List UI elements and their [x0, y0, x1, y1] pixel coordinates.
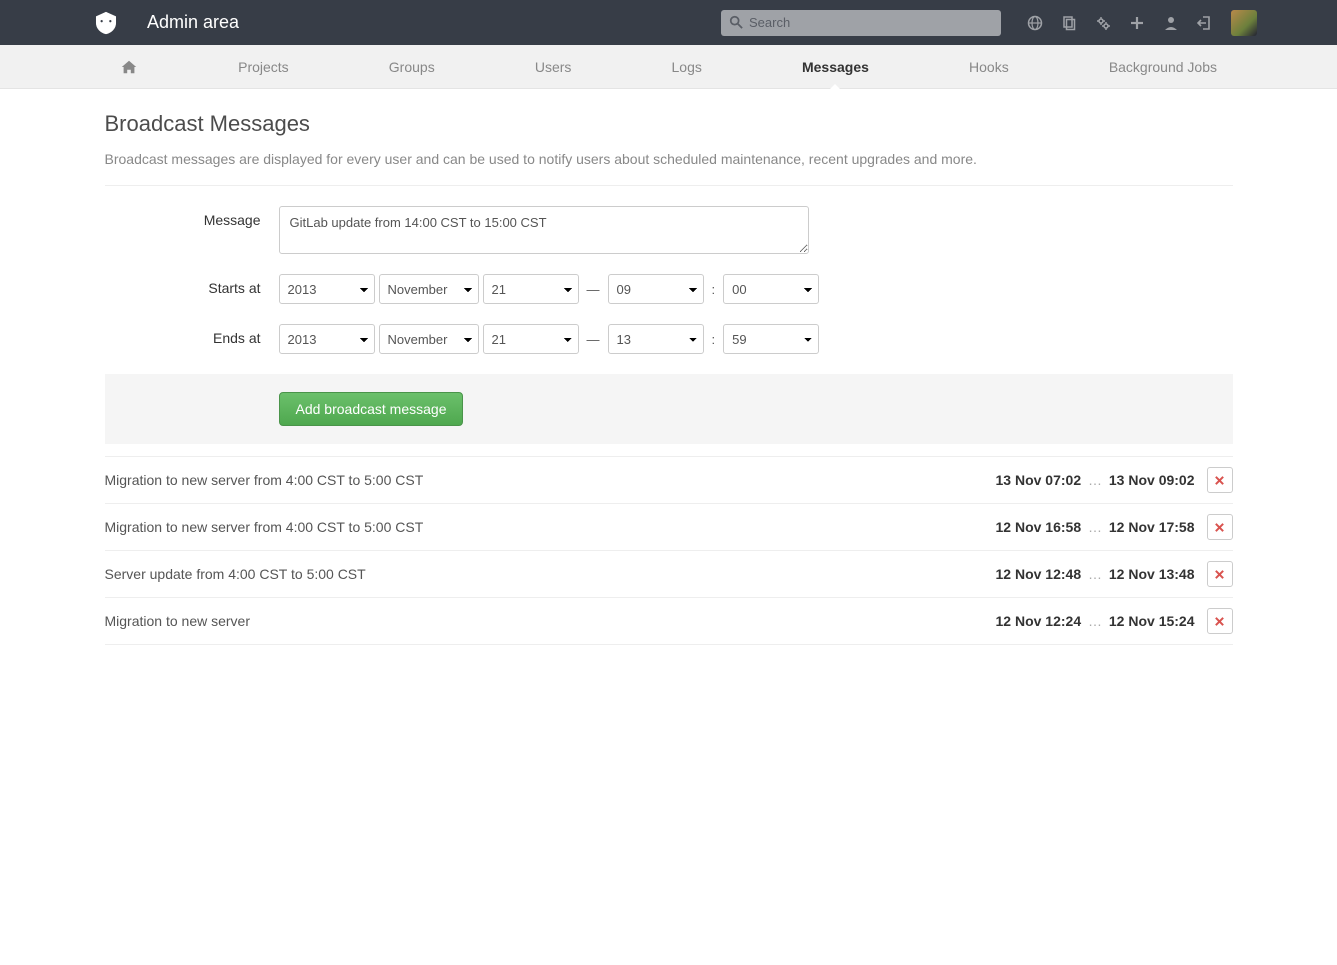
page-title: Broadcast Messages [105, 111, 1233, 137]
broadcast-item: Server update from 4:00 CST to 5:00 CST1… [105, 551, 1233, 598]
close-icon [1214, 616, 1225, 627]
broadcast-dates: 12 Nov 16:58 … 12 Nov 17:58 [996, 519, 1195, 535]
broadcast-item: Migration to new server from 4:00 CST to… [105, 456, 1233, 504]
broadcast-text: Migration to new server from 4:00 CST to… [105, 472, 996, 488]
broadcast-dates: 12 Nov 12:24 … 12 Nov 15:24 [996, 613, 1195, 629]
user-avatar[interactable] [1231, 10, 1257, 36]
close-icon [1214, 569, 1225, 580]
topbar-icons [1027, 10, 1257, 36]
broadcast-text: Migration to new server from 4:00 CST to… [105, 519, 996, 535]
home-icon [120, 58, 138, 76]
globe-icon[interactable] [1027, 15, 1043, 31]
nav-groups[interactable]: Groups [389, 45, 435, 89]
time-separator: : [708, 282, 720, 297]
signout-icon[interactable] [1197, 15, 1213, 31]
logo-icon [93, 10, 119, 36]
nav-hooks[interactable]: Hooks [969, 45, 1009, 89]
broadcast-text: Migration to new server [105, 613, 996, 629]
search-wrap [721, 10, 1001, 36]
starts-month-select[interactable]: November [379, 274, 479, 304]
delete-button[interactable] [1207, 514, 1233, 540]
nav-background-jobs[interactable]: Background Jobs [1109, 45, 1217, 89]
search-input[interactable] [721, 10, 1001, 36]
add-broadcast-button[interactable]: Add broadcast message [279, 392, 464, 426]
close-icon [1214, 522, 1225, 533]
ends-month-select[interactable]: November [379, 324, 479, 354]
time-separator: : [708, 332, 720, 347]
delete-button[interactable] [1207, 561, 1233, 587]
delete-button[interactable] [1207, 608, 1233, 634]
ends-year-select[interactable]: 2013 [279, 324, 375, 354]
page-description: Broadcast messages are displayed for eve… [105, 151, 1233, 167]
form-row-message: Message [105, 206, 1233, 254]
label-starts: Starts at [105, 274, 279, 296]
starts-minute-select[interactable]: 00 [723, 274, 819, 304]
nav-messages[interactable]: Messages [802, 45, 869, 89]
nav-projects[interactable]: Projects [238, 45, 289, 89]
starts-day-select[interactable]: 21 [483, 274, 579, 304]
label-ends: Ends at [105, 324, 279, 346]
files-icon[interactable] [1061, 15, 1077, 31]
content: Broadcast Messages Broadcast messages ar… [105, 89, 1233, 645]
broadcast-list: Migration to new server from 4:00 CST to… [105, 456, 1233, 645]
message-textarea[interactable] [279, 206, 809, 254]
nav-tabs: Projects Groups Users Logs Messages Hook… [0, 45, 1337, 89]
ends-minute-select[interactable]: 59 [723, 324, 819, 354]
date-time-separator: — [583, 282, 604, 297]
broadcast-dates: 13 Nov 07:02 … 13 Nov 09:02 [996, 472, 1195, 488]
broadcast-item: Migration to new server from 4:00 CST to… [105, 504, 1233, 551]
cogs-icon[interactable] [1095, 15, 1111, 31]
ends-hour-select[interactable]: 13 [608, 324, 704, 354]
user-icon[interactable] [1163, 15, 1179, 31]
ends-day-select[interactable]: 21 [483, 324, 579, 354]
broadcast-dates: 12 Nov 12:48 … 12 Nov 13:48 [996, 566, 1195, 582]
broadcast-item: Migration to new server12 Nov 12:24 … 12… [105, 598, 1233, 645]
submit-row: Add broadcast message [105, 374, 1233, 444]
label-message: Message [105, 206, 279, 228]
topbar: Admin area [0, 0, 1337, 45]
logo[interactable] [80, 0, 132, 45]
topbar-title[interactable]: Admin area [147, 12, 239, 33]
starts-hour-select[interactable]: 09 [608, 274, 704, 304]
date-time-separator: — [583, 332, 604, 347]
broadcast-text: Server update from 4:00 CST to 5:00 CST [105, 566, 996, 582]
nav-logs[interactable]: Logs [672, 45, 702, 89]
divider [105, 185, 1233, 186]
close-icon [1214, 475, 1225, 486]
form-row-starts: Starts at 2013 November 21 — 09 : 00 [105, 274, 1233, 304]
nav-users[interactable]: Users [535, 45, 572, 89]
form-row-ends: Ends at 2013 November 21 — 13 : 59 [105, 324, 1233, 354]
plus-icon[interactable] [1129, 15, 1145, 31]
delete-button[interactable] [1207, 467, 1233, 493]
nav-home[interactable] [120, 45, 138, 89]
search-icon [729, 15, 743, 29]
starts-year-select[interactable]: 2013 [279, 274, 375, 304]
